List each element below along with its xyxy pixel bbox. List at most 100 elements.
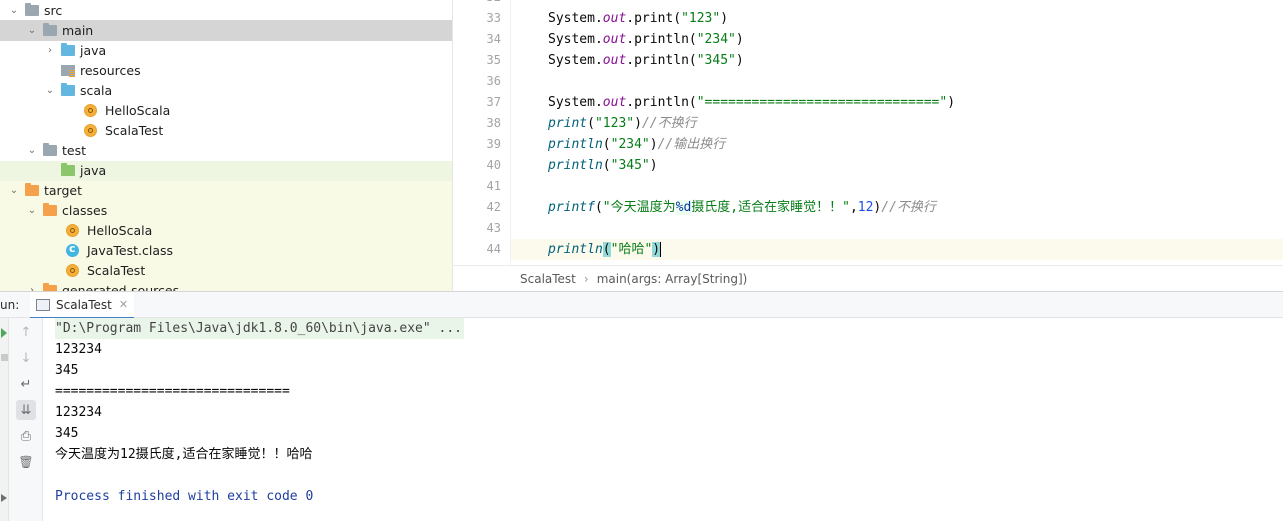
- tree-item-label: HelloScala: [87, 222, 153, 238]
- console-icon: [36, 298, 50, 311]
- code-line[interactable]: System.out.println("345"): [548, 50, 744, 71]
- tree-item-label: scala: [80, 82, 113, 98]
- arrow-down-icon[interactable]: ↓: [16, 348, 36, 368]
- source-folder-icon: [60, 42, 76, 58]
- line-gutter: 32 33 34 35 36 37 38 39 40 41 42 43 44: [453, 0, 511, 265]
- tree-item-test-java[interactable]: java: [0, 160, 452, 180]
- console-line: 345: [55, 426, 79, 441]
- run-panel-header: un: ScalaTest ✕: [0, 291, 1283, 319]
- scala-object-icon: [84, 123, 97, 137]
- code-line[interactable]: System.out.println("234"): [548, 29, 744, 50]
- tree-item-label: test: [62, 142, 87, 158]
- code-line[interactable]: print("123")//不换行: [548, 113, 697, 134]
- tree-item-label: java: [80, 42, 107, 58]
- breadcrumb: ScalaTest › main(args: Array[String]): [453, 265, 1283, 291]
- tree-item-label: classes: [62, 202, 108, 218]
- scroll-to-end-icon[interactable]: ⇊: [16, 400, 36, 420]
- line-number: 38: [486, 116, 501, 130]
- tree-item-target[interactable]: ⌄ target: [0, 180, 452, 200]
- arrow-up-icon[interactable]: ↑: [16, 322, 36, 342]
- tree-item-main[interactable]: ⌄ main: [0, 20, 452, 40]
- chevron-right-icon[interactable]: ›: [26, 280, 38, 292]
- line-number: 37: [486, 95, 501, 109]
- chevron-down-icon[interactable]: ⌄: [8, 180, 20, 200]
- rerun-icon[interactable]: [1, 328, 7, 338]
- breadcrumb-file[interactable]: ScalaTest: [520, 272, 576, 286]
- line-number: 32: [453, 0, 501, 8]
- scala-object-icon: [66, 263, 79, 277]
- chevron-right-icon[interactable]: ›: [44, 40, 56, 60]
- project-tree[interactable]: ⌄ src ⌄ main › java resources ⌄ scala He…: [0, 0, 453, 291]
- code-editor[interactable]: 32 33 34 35 36 37 38 39 40 41 42 43 44 S…: [453, 0, 1283, 265]
- excluded-folder-icon: [42, 202, 58, 218]
- code-line[interactable]: println("345"): [548, 155, 658, 176]
- tree-item-scalatest-class[interactable]: ScalaTest: [0, 260, 452, 280]
- code-line[interactable]: println("234")//输出换行: [548, 134, 725, 155]
- tree-item-scalatest[interactable]: ScalaTest: [0, 120, 452, 140]
- line-number: 40: [486, 158, 501, 172]
- run-tab-scalatest[interactable]: ScalaTest ✕: [30, 292, 135, 319]
- breadcrumb-method[interactable]: main(args: Array[String]): [597, 272, 748, 286]
- source-folder-icon: [60, 82, 76, 98]
- test-folder-icon: [60, 162, 76, 178]
- stop-icon[interactable]: [1, 354, 8, 361]
- console-line: 123234: [55, 405, 102, 420]
- tree-item-src[interactable]: ⌄ src: [0, 0, 452, 20]
- folder-icon: [42, 142, 58, 158]
- tree-item-scala[interactable]: ⌄ scala: [0, 80, 452, 100]
- chevron-down-icon[interactable]: ⌄: [8, 0, 20, 20]
- console-line: ==============================: [55, 384, 290, 399]
- chevron-down-icon[interactable]: ⌄: [26, 20, 38, 40]
- tree-item-helloscala[interactable]: HelloScala: [0, 100, 452, 120]
- code-line[interactable]: System.out.print("123"): [548, 8, 728, 29]
- chevron-down-icon[interactable]: ⌄: [44, 80, 56, 100]
- tree-item-label: resources: [80, 62, 141, 78]
- ide-window: ⌄ src ⌄ main › java resources ⌄ scala He…: [0, 0, 1283, 521]
- pin-icon[interactable]: [1, 494, 7, 502]
- run-label: un:: [0, 298, 20, 312]
- tree-item-label: ScalaTest: [87, 262, 146, 278]
- excluded-folder-icon: [24, 182, 40, 198]
- tree-item-test[interactable]: ⌄ test: [0, 140, 452, 160]
- breadcrumb-separator: ›: [583, 271, 589, 286]
- tree-item-label: ScalaTest: [105, 122, 164, 138]
- console-output[interactable]: "D:\Program Files\Java\jdk1.8.0_60\bin\j…: [43, 318, 1283, 521]
- tree-item-label: main: [62, 22, 94, 38]
- print-icon[interactable]: ⎙: [16, 426, 36, 446]
- console-line: 123234: [55, 342, 102, 357]
- code-line[interactable]: println("哈哈"): [548, 239, 662, 260]
- line-number: 43: [486, 221, 501, 235]
- tree-item-label: src: [44, 2, 63, 18]
- resources-folder-icon: [60, 62, 76, 78]
- tree-item-resources[interactable]: resources: [0, 60, 452, 80]
- tree-item-javatest-class[interactable]: JavaTest.class: [0, 240, 452, 260]
- run-tab-title: ScalaTest: [56, 297, 112, 312]
- soft-wrap-icon[interactable]: ↵: [16, 374, 36, 394]
- chevron-down-icon[interactable]: ⌄: [26, 140, 38, 160]
- chevron-down-icon[interactable]: ⌄: [26, 200, 38, 220]
- line-number: 39: [486, 137, 501, 151]
- class-file-icon: [66, 242, 79, 257]
- line-number: 33: [486, 11, 501, 25]
- tree-item-java[interactable]: › java: [0, 40, 452, 60]
- tree-item-helloscala-class[interactable]: HelloScala: [0, 220, 452, 240]
- scala-object-icon: [66, 223, 79, 237]
- console-toolbar: ↑ ↓ ↵ ⇊ ⎙ 🗑: [9, 318, 43, 521]
- line-number: 41: [486, 179, 501, 193]
- code-line[interactable]: printf("今天温度为%d摄氏度,适合在家睡觉！！",12)//不换行: [548, 197, 936, 218]
- tree-item-generated-sources[interactable]: › generated-sources: [0, 280, 452, 292]
- tree-item-label: target: [44, 182, 83, 198]
- folder-icon: [42, 22, 58, 38]
- tree-item-label: JavaTest.class: [87, 242, 174, 258]
- scala-object-icon: [84, 103, 97, 117]
- close-icon[interactable]: ✕: [119, 298, 128, 311]
- tree-item-classes[interactable]: ⌄ classes: [0, 200, 452, 220]
- folder-icon: [24, 2, 40, 18]
- code-line[interactable]: System.out.println("====================…: [548, 92, 955, 113]
- trash-icon[interactable]: 🗑: [16, 452, 36, 472]
- line-number: 44: [486, 242, 501, 256]
- excluded-folder-icon: [42, 282, 58, 291]
- console-command-line[interactable]: "D:\Program Files\Java\jdk1.8.0_60\bin\j…: [55, 318, 464, 339]
- line-number: 36: [486, 74, 501, 88]
- line-number: 42: [486, 200, 501, 214]
